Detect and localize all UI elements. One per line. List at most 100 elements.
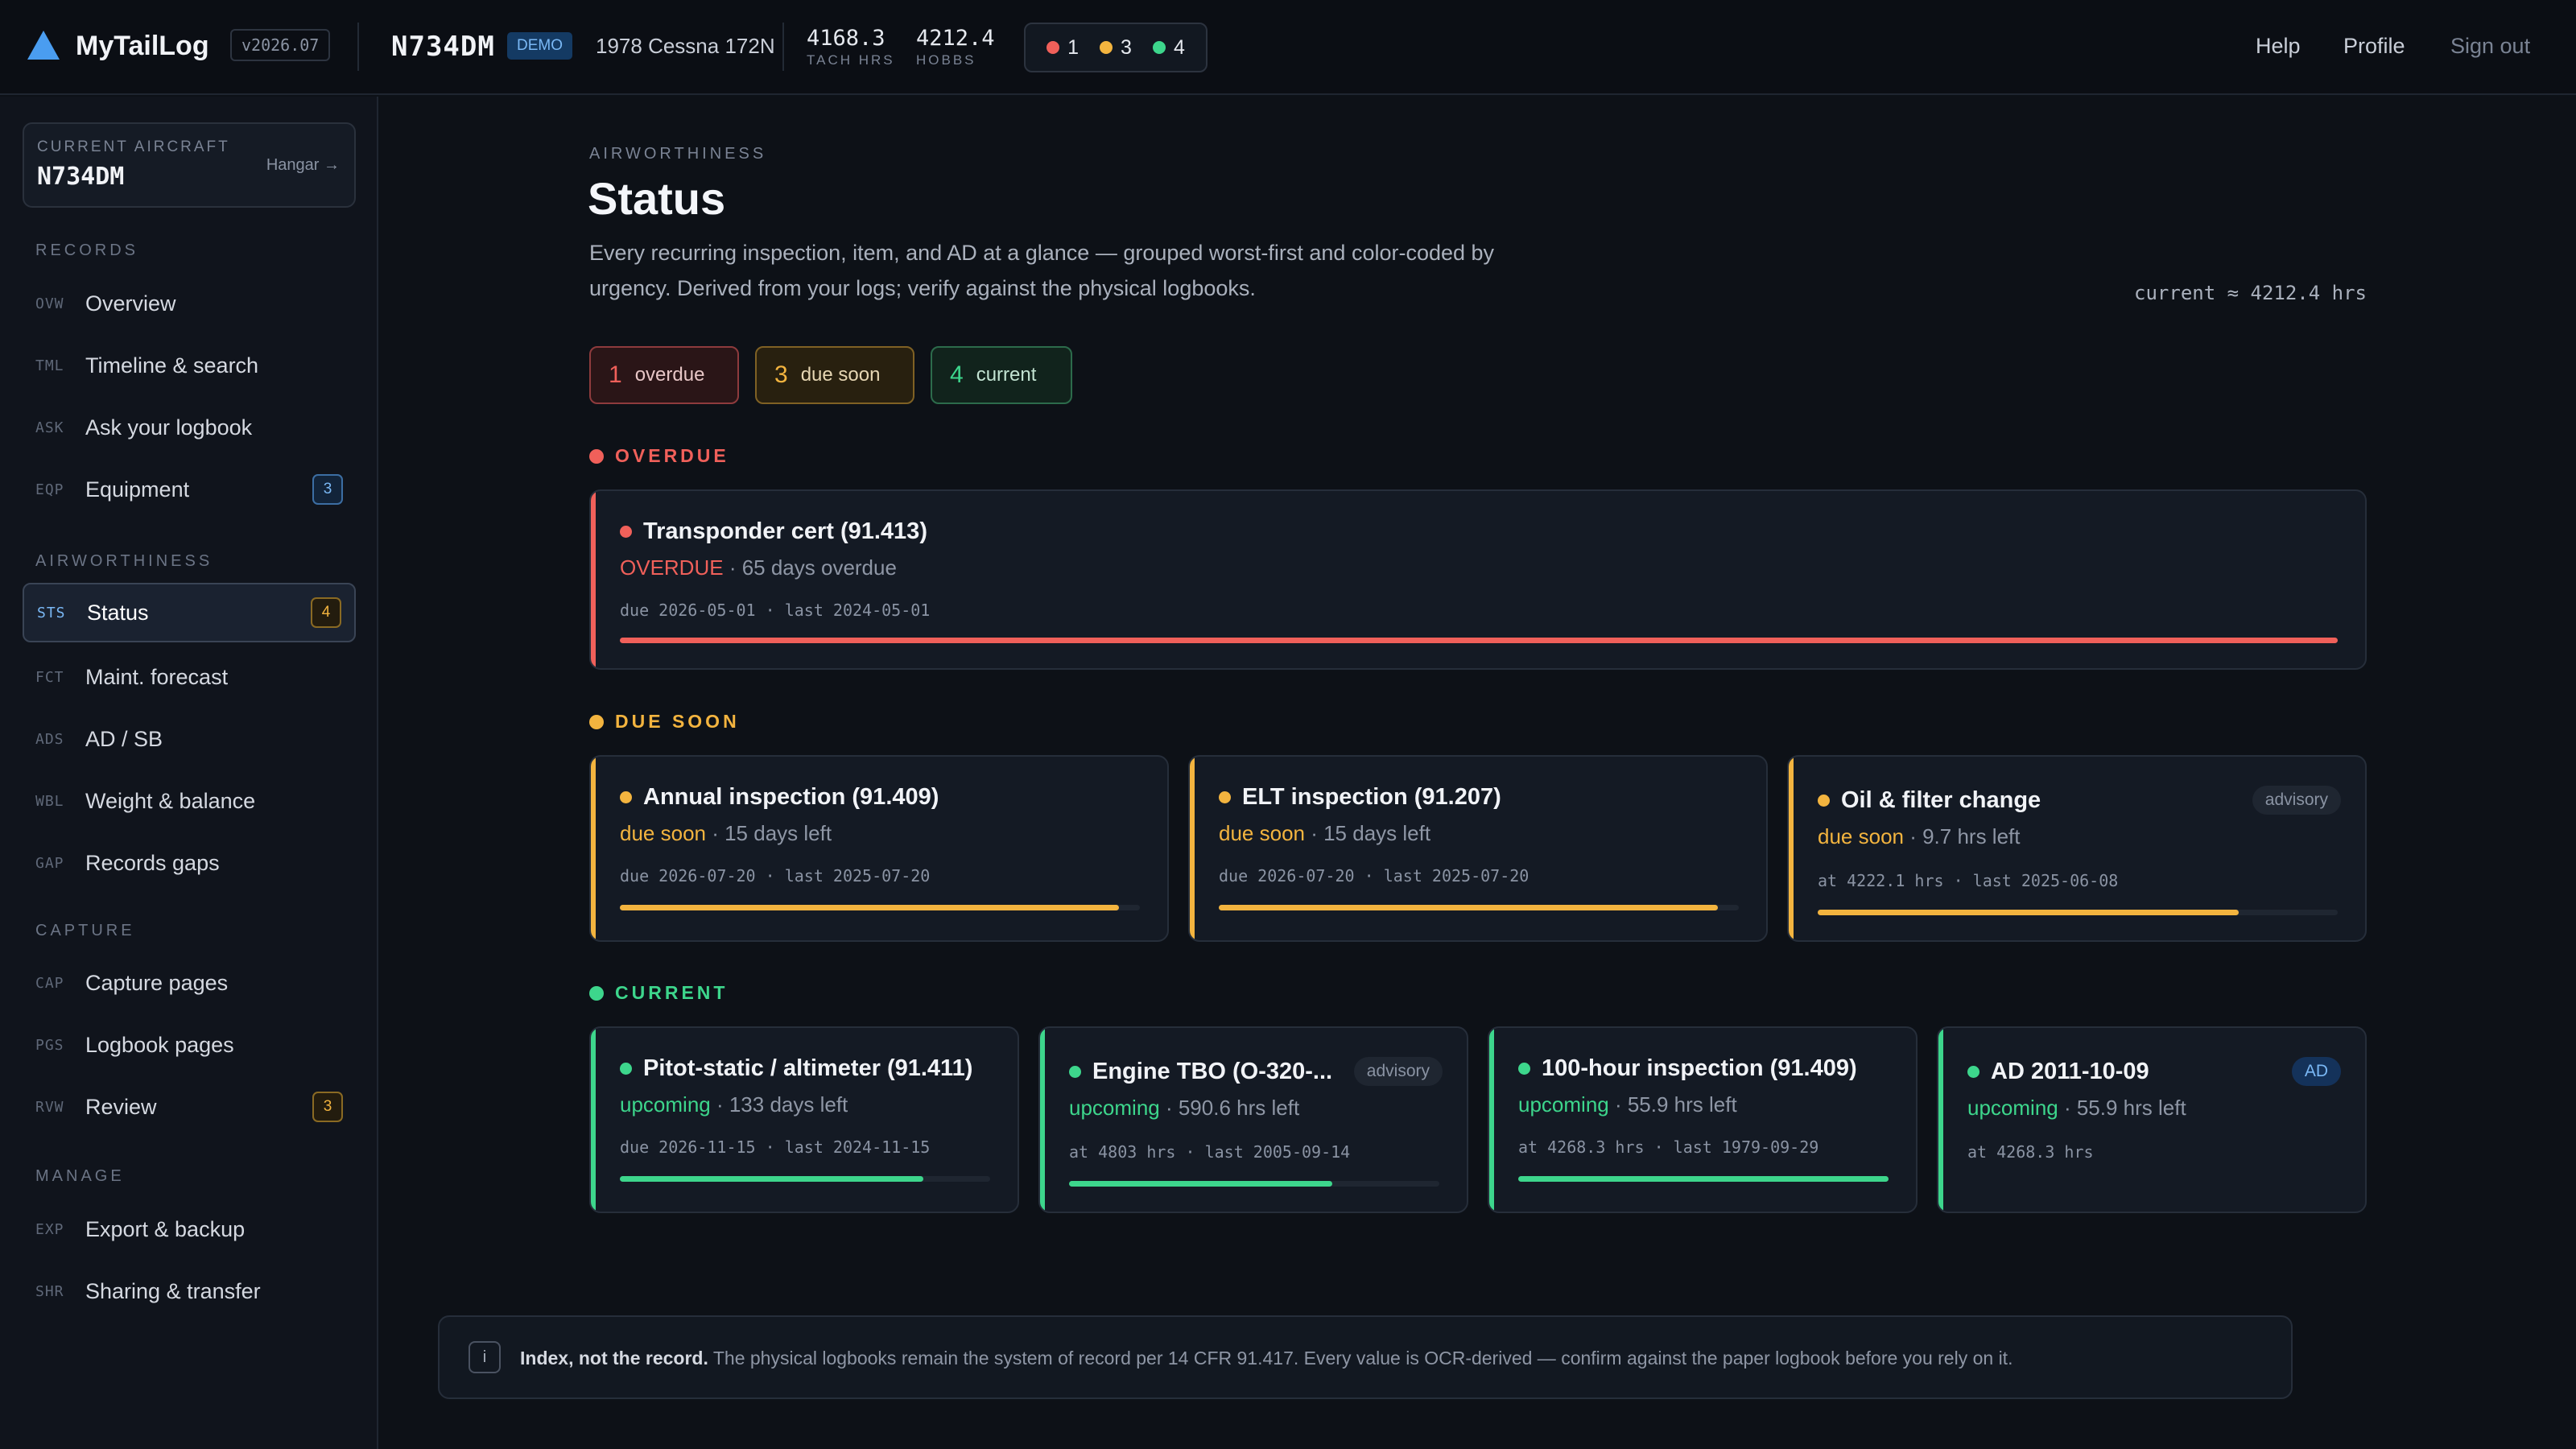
card-accent — [591, 757, 596, 940]
sidebar-item-weight-balance[interactable]: WBL Weight & balance — [23, 771, 356, 831]
hobbs-label: HOBBS — [916, 52, 976, 68]
demo-badge: DEMO — [507, 32, 572, 60]
divider — [782, 23, 784, 71]
card-title: ELT inspection (91.207) — [1219, 784, 1501, 811]
sidebar: CURRENT AIRCRAFT N734DM Hangar → RECORDS… — [0, 97, 378, 1449]
sidebar-item-sharing[interactable]: SHR Sharing & transfer — [23, 1261, 356, 1321]
sidebar-item-label: AD / SB — [85, 726, 163, 751]
current-aircraft-label: CURRENT AIRCRAFT — [37, 138, 230, 155]
hangar-link[interactable]: Hangar → — [266, 156, 340, 175]
status-card-elt[interactable]: ELT inspection (91.207) due soon · 15 da… — [1188, 755, 1768, 942]
sidebar-item-equipment[interactable]: EQP Equipment 3 — [23, 460, 356, 519]
filter-overdue[interactable]: 1 overdue — [589, 346, 739, 404]
review-badge: 3 — [312, 1092, 343, 1122]
card-status: upcoming · 55.9 hrs left — [1967, 1096, 2186, 1121]
tach-label: TACH HRS — [807, 52, 895, 68]
status-card-engine-tbo[interactable]: Engine TBO (O-320-... advisory upcoming … — [1038, 1026, 1468, 1213]
filter-due-soon[interactable]: 3 due soon — [755, 346, 914, 404]
section-capture: CAPTURE — [35, 922, 135, 939]
signout-link[interactable]: Sign out — [2450, 34, 2530, 59]
page-title: Status — [588, 173, 726, 224]
sidebar-item-export[interactable]: EXP Export & backup — [23, 1199, 356, 1259]
card-accent — [1190, 757, 1195, 940]
card-status-sub: · 9.7 hrs left — [1909, 824, 2021, 848]
notice-text: Index, not the record. The physical logb… — [520, 1348, 2013, 1369]
current-count-value: 4 — [1173, 35, 1185, 59]
card-status-label: upcoming — [1967, 1096, 2058, 1120]
aircraft-model: 1978 Cessna 172N — [596, 34, 775, 58]
app-name[interactable]: MyTailLog — [76, 31, 209, 62]
card-accent — [1489, 1028, 1494, 1212]
card-title-text: Transponder cert (91.413) — [643, 518, 927, 544]
status-card-annual[interactable]: Annual inspection (91.409) due soon · 15… — [589, 755, 1169, 942]
current-aircraft-card[interactable]: CURRENT AIRCRAFT N734DM Hangar → — [23, 122, 356, 208]
section-manage: MANAGE — [35, 1167, 125, 1185]
card-meta: at 4268.3 hrs · last 1979-09-29 — [1518, 1137, 1819, 1157]
sidebar-item-records-gaps[interactable]: GAP Records gaps — [23, 833, 356, 893]
profile-link[interactable]: Profile — [2343, 34, 2405, 59]
sidebar-item-label: Maint. forecast — [85, 664, 229, 689]
card-status-sub: · 55.9 hrs left — [2063, 1096, 2186, 1120]
pill-label: overdue — [634, 364, 705, 386]
card-title: 100-hour inspection (91.409) — [1518, 1055, 1857, 1082]
card-title-text: Pitot-static / altimeter (91.411) — [643, 1055, 973, 1081]
notice-bold: Index, not the record. — [520, 1348, 708, 1368]
ad-tag: AD — [2291, 1057, 2341, 1086]
section-records: RECORDS — [35, 242, 139, 259]
green-dot-icon — [1518, 1063, 1530, 1075]
card-status: upcoming · 133 days left — [620, 1092, 848, 1117]
card-status-sub: · 55.9 hrs left — [1614, 1092, 1737, 1117]
sidebar-item-label: Records gaps — [85, 850, 220, 875]
group-current-heading: CURRENT — [589, 982, 728, 1004]
amber-dot-icon — [1219, 791, 1231, 803]
sidebar-item-overview[interactable]: OVW Overview — [23, 274, 356, 333]
sidebar-item-status[interactable]: STS Status 4 — [23, 583, 356, 642]
sidebar-item-ad-sb[interactable]: ADS AD / SB — [23, 709, 356, 769]
sidebar-item-code: TML — [35, 357, 64, 374]
card-status-label: OVERDUE — [620, 555, 724, 580]
sidebar-item-logbook-pages[interactable]: PGS Logbook pages — [23, 1015, 356, 1075]
sidebar-item-code: FCT — [35, 668, 64, 686]
red-dot-icon — [589, 448, 604, 464]
card-title: AD 2011-10-09 — [1967, 1059, 2149, 1085]
card-title-text: ELT inspection (91.207) — [1242, 784, 1501, 810]
logo-icon — [27, 31, 60, 60]
sidebar-item-code: EXP — [35, 1220, 64, 1238]
sidebar-item-code: WBL — [35, 792, 64, 810]
card-title-text: Annual inspection (91.409) — [643, 784, 939, 810]
sidebar-item-ask[interactable]: ASK Ask your logbook — [23, 398, 356, 457]
due-soon-count-value: 3 — [1121, 35, 1132, 59]
status-card-oil-change[interactable]: Oil & filter change advisory due soon · … — [1787, 755, 2367, 942]
card-accent — [591, 491, 596, 668]
sidebar-item-forecast[interactable]: FCT Maint. forecast — [23, 647, 356, 707]
sidebar-item-review[interactable]: RVW Review 3 — [23, 1077, 356, 1137]
card-status: upcoming · 590.6 hrs left — [1069, 1096, 1299, 1121]
sidebar-item-timeline[interactable]: TML Timeline & search — [23, 336, 356, 395]
card-status-label: due soon — [1818, 824, 1904, 848]
status-card-ad-2011-10-09[interactable]: AD 2011-10-09 AD upcoming · 55.9 hrs lef… — [1937, 1026, 2367, 1213]
pill-count: 4 — [950, 361, 964, 388]
status-counts[interactable]: 1 3 4 — [1024, 23, 1208, 72]
card-meta: due 2026-07-20 · last 2025-07-20 — [1219, 866, 1530, 886]
card-status: due soon · 15 days left — [1219, 821, 1430, 846]
green-dot-icon — [1152, 41, 1166, 54]
card-title: Oil & filter change — [1818, 787, 2041, 814]
red-dot-icon — [620, 526, 632, 538]
card-status-sub: · 590.6 hrs left — [1165, 1096, 1300, 1120]
status-card-100-hour[interactable]: 100-hour inspection (91.409) upcoming · … — [1488, 1026, 1918, 1213]
tail-number: N734DM — [391, 31, 495, 63]
status-card-pitot-static[interactable]: Pitot-static / altimeter (91.411) upcomi… — [589, 1026, 1019, 1213]
status-card-transponder[interactable]: Transponder cert (91.413) OVERDUE · 65 d… — [589, 489, 2367, 670]
help-link[interactable]: Help — [2256, 34, 2301, 59]
progress-track — [1219, 905, 1739, 910]
group-label: OVERDUE — [615, 445, 729, 466]
card-meta: due 2026-11-15 · last 2024-11-15 — [620, 1137, 931, 1157]
advisory-tag: advisory — [1353, 1057, 1443, 1086]
filter-current[interactable]: 4 current — [931, 346, 1072, 404]
card-accent — [591, 1028, 596, 1212]
sidebar-item-capture-pages[interactable]: CAP Capture pages — [23, 953, 356, 1013]
group-label: CURRENT — [615, 982, 729, 1003]
sidebar-item-label: Review — [85, 1094, 157, 1119]
card-status-label: upcoming — [1069, 1096, 1160, 1120]
progress-fill — [1818, 910, 2240, 915]
